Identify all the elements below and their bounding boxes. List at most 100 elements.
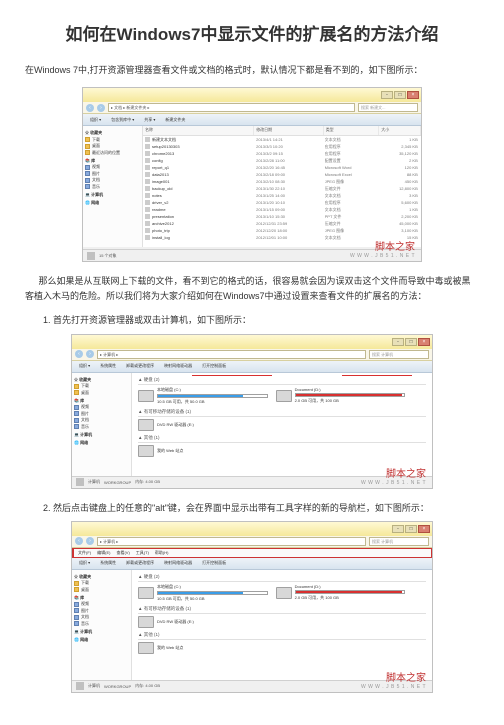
col-date[interactable]: 修改日期 [254,126,324,135]
drive-d[interactable]: Document (D:) 2.0 GB 可用，共 100 GB [276,584,406,602]
sysprop-button[interactable]: 系统属性 [97,559,119,567]
maximize-button[interactable]: □ [405,338,417,346]
drive-c[interactable]: 本地磁盘 (C:) 10.5 GB 可用，共 50.0 GB [138,387,268,405]
sidebar-item[interactable]: 下载 [85,137,140,143]
sidebar-item[interactable]: 桌面 [74,587,129,593]
minimize-button[interactable]: - [392,338,404,346]
file-name: data2013 [152,172,256,177]
controlpanel-button[interactable]: 打开控制面板 [199,559,229,567]
back-button[interactable]: ‹ [75,350,83,358]
forward-button[interactable]: › [86,537,94,545]
drive-free: 2.0 GB 可用，共 100 GB [295,398,406,404]
minimize-button[interactable]: - [381,91,393,99]
sidebar-favorites[interactable]: ☆ 收藏夹 [74,377,129,383]
drive-d[interactable]: Document (D:) 2.0 GB 可用，共 100 GB [276,387,406,405]
sidebar-computer[interactable]: 💻 计算机 [85,192,140,198]
organize-button[interactable]: 组织 ▾ [76,559,93,567]
menu-help[interactable]: 帮助(H) [155,550,169,556]
file-row[interactable]: driver_v2 2013/1/20 10:10 应用程序 5,600 KB [143,199,421,206]
file-row[interactable]: archive2012 2012/12/31 23:59 压缩文件 45,000… [143,220,421,227]
sidebar-item[interactable]: 视频 [85,164,140,170]
close-button[interactable]: × [407,91,419,99]
sidebar-computer[interactable]: 💻 计算机 [74,432,129,438]
sidebar-libraries[interactable]: 📚 库 [74,398,129,404]
uninstall-button[interactable]: 卸载或更改程序 [123,362,157,370]
status-name: 计算机 [88,683,100,689]
sidebar-item[interactable]: 文档 [74,614,129,620]
organize-button[interactable]: 组织 ▾ [87,116,104,124]
address-bar[interactable]: ▸ 计算机 ▸ [97,537,366,546]
menu-tools[interactable]: 工具(T) [136,550,149,556]
forward-button[interactable]: › [97,104,105,112]
sidebar-item[interactable]: 下载 [74,580,129,586]
file-type: 应用程序 [325,151,380,157]
drive-dvd[interactable]: DVD RW 驱动器 (E:) [138,616,268,628]
drive-dvd[interactable]: DVD RW 驱动器 (E:) [138,419,268,431]
maximize-button[interactable]: □ [394,91,406,99]
back-button[interactable]: ‹ [86,104,94,112]
uninstall-button[interactable]: 卸载或更改程序 [123,559,157,567]
search-input[interactable]: 搜索 计算机 [369,350,429,359]
sidebar-item[interactable]: 桌面 [85,143,140,149]
organize-button[interactable]: 组织 ▾ [76,362,93,370]
forward-button[interactable]: › [86,350,94,358]
sidebar-item[interactable]: 桌面 [74,390,129,396]
drive-other[interactable]: 我的 Web 站点 [138,642,268,654]
maximize-button[interactable]: □ [405,525,417,533]
sidebar-item[interactable]: 文档 [74,417,129,423]
new-folder-button[interactable]: 新建文件夹 [162,116,188,124]
sidebar-computer[interactable]: 💻 计算机 [74,629,129,635]
sidebar-item[interactable]: 音乐 [85,184,140,190]
file-row[interactable]: readme 2013/1/15 09:00 文本文档 1 KB [143,206,421,213]
sidebar-item[interactable]: 音乐 [74,424,129,430]
address-bar[interactable]: ▸ 文档 ▸ 新建文件夹 ▸ [108,103,355,112]
search-input[interactable]: 搜索 新建文... [358,103,418,112]
file-row[interactable]: photo_trip 2012/12/20 18:00 JPEG 图像 3,10… [143,227,421,234]
minimize-button[interactable]: - [392,525,404,533]
file-row[interactable]: presentation 2013/1/10 15:30 PPT 文件 2,20… [143,213,421,220]
file-row[interactable]: data2013 2013/2/18 09:00 Microsoft Excel… [143,171,421,178]
drive-c[interactable]: 本地磁盘 (C:) 10.5 GB 可用，共 50.0 GB [138,584,268,602]
menu-view[interactable]: 查看(V) [116,550,129,556]
search-input[interactable]: 搜索 计算机 [369,537,429,546]
sidebar-network[interactable]: 🌐 网络 [85,200,140,206]
close-button[interactable]: × [418,525,430,533]
file-row[interactable]: setup20130303 2013/3/3 10:20 应用程序 2,345 … [143,143,421,150]
sidebar-network[interactable]: 🌐 网络 [74,637,129,643]
back-button[interactable]: ‹ [75,537,83,545]
sidebar-item[interactable]: 音乐 [74,621,129,627]
sidebar-item[interactable]: 下载 [74,383,129,389]
sidebar-libraries[interactable]: 📚 库 [85,158,140,164]
sidebar-favorites[interactable]: ☆ 收藏夹 [85,130,140,136]
menu-file[interactable]: 文件(F) [78,550,91,556]
file-row[interactable]: backup_old 2013/1/30 22:10 压缩文件 12,800 K… [143,185,421,192]
file-row[interactable]: chrome2013 2013/3/2 09:15 应用程序 35,120 KB [143,150,421,157]
controlpanel-button[interactable]: 打开控制面板 [199,362,229,370]
sidebar-item[interactable]: 视频 [74,601,129,607]
file-row[interactable]: image001 2013/2/10 08:30 JPEG 图像 450 KB [143,178,421,185]
drive-other[interactable]: 我的 Web 站点 [138,445,268,457]
sidebar-item[interactable]: 最近访问的位置 [85,150,140,156]
address-bar[interactable]: ▸ 计算机 ▸ [97,350,366,359]
include-library-button[interactable]: 包含到库中 ▾ [108,116,137,124]
sidebar-item[interactable]: 图片 [85,171,140,177]
sidebar-network[interactable]: 🌐 网络 [74,440,129,446]
share-button[interactable]: 共享 ▾ [141,116,158,124]
file-row[interactable]: 新建文本文档 2013/4/1 14:21 文本文档 1 KB [143,136,421,143]
col-size[interactable]: 大小 [379,126,421,135]
file-row[interactable]: config 2013/2/28 11:00 配置设置 2 KB [143,157,421,164]
file-row[interactable]: report_q1 2013/2/20 16:45 Microsoft Word… [143,164,421,171]
column-headers[interactable]: 名称 修改日期 类型 大小 [143,126,421,136]
close-button[interactable]: × [418,338,430,346]
sidebar-item[interactable]: 图片 [74,411,129,417]
sidebar-item[interactable]: 视频 [74,404,129,410]
mapdrive-button[interactable]: 映射网络驱动器 [161,559,195,567]
file-icon [145,158,150,163]
sysprop-button[interactable]: 系统属性 [97,362,119,370]
mapdrive-button[interactable]: 映射网络驱动器 [161,362,195,370]
file-row[interactable]: notes 2013/1/25 14:00 文本文档 3 KB [143,192,421,199]
menu-edit[interactable]: 编辑(E) [97,550,110,556]
col-name[interactable]: 名称 [143,126,254,135]
col-type[interactable]: 类型 [324,126,380,135]
sidebar-item[interactable]: 文档 [85,177,140,183]
